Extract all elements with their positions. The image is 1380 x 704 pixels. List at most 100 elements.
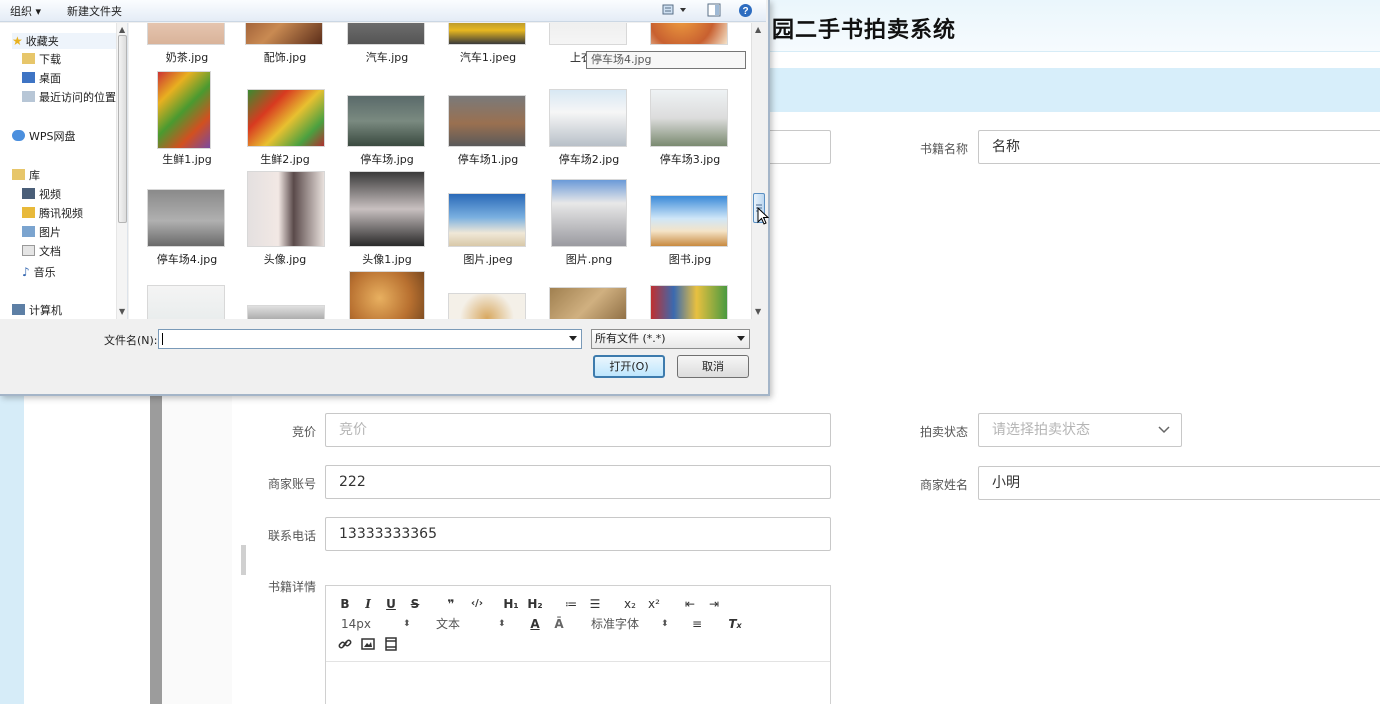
nav-scroll-thumb[interactable] [118,35,127,223]
file-item[interactable]: 图书.jpg [642,169,738,266]
sidebar-panel [24,395,150,704]
file-item[interactable] [139,269,235,319]
font-family-select[interactable]: 标准字体 ⬍ [591,616,671,632]
quote-button[interactable]: ❞ [442,596,460,612]
ordered-list-button[interactable]: ≔ [562,596,580,612]
nav-videos[interactable]: 视频 [22,187,61,203]
file-thumbnail [347,95,425,147]
video-icon[interactable] [382,637,400,653]
merchant-name-input[interactable]: 小明 [978,466,1380,500]
scroll-down-icon[interactable]: ▼ [119,307,125,316]
superscript-button[interactable]: x² [645,596,663,612]
hidden-input[interactable] [760,130,831,164]
nav-tencent-video[interactable]: 腾讯视频 [22,206,83,222]
book-name-label: 书籍名称 [919,142,968,156]
nav-favorites[interactable]: ★ 收藏夹 [12,33,116,49]
file-item[interactable]: 头像1.jpg [339,169,435,266]
file-thumbnail [448,23,526,45]
file-item[interactable]: 停车场3.jpg [642,69,738,166]
indent-button[interactable]: ⇥ [705,596,723,612]
heading2-button[interactable]: H₂ [525,596,545,612]
file-item[interactable] [642,269,738,319]
file-item[interactable]: 头像.jpg [237,169,333,266]
nav-libraries[interactable]: 库 [12,168,40,184]
pictures-icon [22,226,35,237]
align-icon[interactable]: ≡ [688,616,706,632]
subscript-button[interactable]: x₂ [621,596,639,612]
file-item[interactable] [237,269,333,319]
clear-format-icon[interactable]: Tx [726,616,744,632]
heading1-button[interactable]: H₁ [501,596,521,612]
updown-icon: ⬍ [403,619,411,629]
nav-computer[interactable]: 计算机 [12,303,62,319]
file-name: 停车场4.jpg [156,253,218,266]
phone-input[interactable]: 13333333365 [325,517,831,551]
nav-scrollbar[interactable]: ▲ ▼ [116,23,127,319]
link-icon[interactable] [336,637,354,653]
file-item[interactable]: 图片.png [541,169,637,266]
scroll-up-icon[interactable]: ▲ [755,25,761,34]
dropdown-arrow-icon[interactable] [569,336,577,342]
file-thumbnail [448,293,526,319]
file-name: 生鲜1.jpg [162,153,212,166]
status-select[interactable]: 请选择拍卖状态 [978,413,1182,447]
background-color-icon[interactable]: Ā [550,616,568,632]
files-scrollbar[interactable]: ▲ ▼ [751,23,766,319]
file-item[interactable]: 停车场2.jpg [541,69,637,166]
merchant-account-input[interactable]: 222 [325,465,831,499]
desktop-icon [22,72,35,83]
file-item[interactable]: 停车场.jpg [339,69,435,166]
view-icon[interactable] [662,4,688,19]
file-item[interactable] [541,269,637,319]
organize-button[interactable]: 组织 ▾ [10,3,41,19]
file-open-dialog[interactable]: 组织 ▾ 新建文件夹 ? ★收藏夹 下载 桌面 最近访问的位置 WPS网盘 库 [0,0,770,396]
file-thumbnail [157,71,211,149]
rich-text-editor[interactable]: B I U S ❞ ‹/› H₁ H₂ ≔ ☰ x₂ x² ⇤ ⇥ 14px ⬍… [325,585,831,704]
bullet-list-button[interactable]: ☰ [586,596,604,612]
nav-recent[interactable]: 最近访问的位置 [22,90,116,106]
new-folder-button[interactable]: 新建文件夹 [67,3,122,19]
file-item[interactable]: 图片.jpeg [440,169,536,266]
font-color-icon[interactable]: A [526,616,544,632]
nav-pictures[interactable]: 图片 [22,225,61,241]
bold-button[interactable]: B [336,596,354,612]
outdent-button[interactable]: ⇤ [681,596,699,612]
file-item[interactable]: 停车场4.jpg [139,169,235,266]
file-item[interactable] [440,269,536,319]
file-type-select[interactable]: 所有文件 (*.*) [591,329,750,349]
help-icon[interactable]: ? [738,3,753,21]
status-select-placeholder: 请选择拍卖状态 [992,422,1090,438]
text-style-value: 文本 [436,617,461,631]
font-size-select[interactable]: 14px ⬍ [341,616,411,632]
nav-downloads[interactable]: 下载 [22,52,61,68]
scroll-down-icon[interactable]: ▼ [755,307,761,316]
file-name: 图片.jpeg [463,253,513,266]
file-item[interactable]: 生鲜1.jpg [139,69,235,166]
cancel-button[interactable]: 取消 [677,355,749,378]
file-item[interactable]: 停车场1.jpg [440,69,536,166]
resize-handle[interactable] [241,545,246,575]
strikethrough-button[interactable]: S [406,596,424,612]
computer-icon [12,304,25,315]
nav-music[interactable]: ♪ 音乐 [22,264,56,280]
nav-wps[interactable]: WPS网盘 [12,129,76,145]
phone-label: 联系电话 [267,529,316,543]
dialog-toolbar: 组织 ▾ 新建文件夹 ? [0,0,766,22]
code-button[interactable]: ‹/› [466,596,488,612]
file-item[interactable]: 生鲜2.jpg [237,69,333,166]
file-thumbnail [650,195,728,247]
image-icon[interactable] [359,637,377,653]
text-style-select[interactable]: 文本 ⬍ [436,616,506,632]
nav-documents[interactable]: 文档 [22,244,61,260]
filename-input[interactable] [158,329,582,349]
underline-button[interactable]: U [382,596,400,612]
italic-button[interactable]: I [359,596,377,612]
nav-desktop[interactable]: 桌面 [22,71,61,87]
scroll-up-icon[interactable]: ▲ [119,25,125,34]
file-item[interactable] [339,269,435,319]
open-button[interactable]: 打开(O) [593,355,665,378]
library-icon [12,169,25,180]
preview-pane-icon[interactable] [707,3,721,20]
book-name-input[interactable]: 名称 [978,130,1380,164]
bid-input[interactable]: 竞价 [325,413,831,447]
